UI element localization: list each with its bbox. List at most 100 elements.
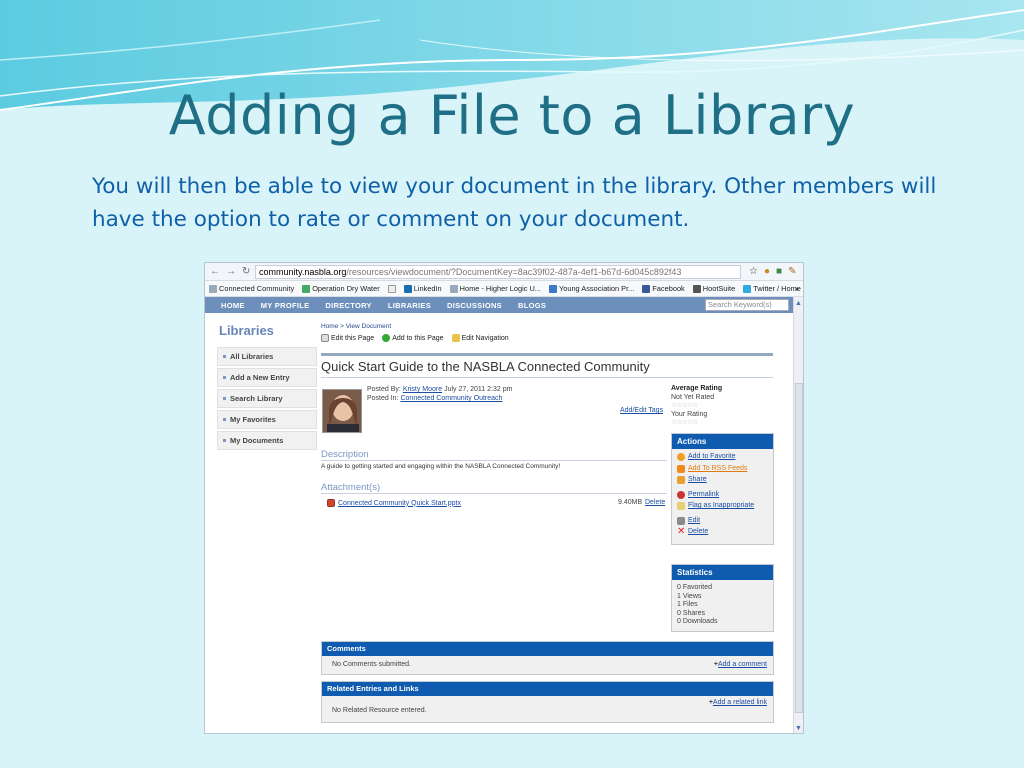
posted-in-link[interactable]: Connected Community Outreach	[400, 395, 502, 402]
forward-icon[interactable]: →	[226, 266, 236, 277]
bookmarks-overflow[interactable]: »	[795, 284, 799, 293]
sidebar-item-my-documents[interactable]: My Documents	[217, 431, 317, 450]
hootsuite-icon	[692, 284, 701, 293]
breadcrumb[interactable]: Home > View Document	[321, 323, 391, 330]
bookmark-item[interactable]	[387, 284, 396, 293]
document-title: Quick Start Guide to the NASBLA Connecte…	[321, 359, 650, 374]
attachments-rule	[321, 493, 667, 494]
title-rule	[321, 353, 773, 356]
plus-icon	[382, 334, 391, 342]
bookmark-item[interactable]: Home - Higher Logic U...	[449, 284, 541, 293]
average-rating-label: Average Rating	[671, 385, 723, 392]
sidebar-item-search-library[interactable]: Search Library	[217, 389, 317, 408]
bookmark-item[interactable]: LinkedIn	[403, 284, 442, 293]
author-link[interactable]: Kristy Moore	[403, 386, 442, 393]
share-link[interactable]: Share	[688, 476, 707, 485]
your-rating-stars-icon[interactable]: ☆☆☆☆☆	[671, 419, 722, 428]
scrollbar[interactable]: ▲ ▼	[793, 297, 803, 733]
rss-icon	[677, 464, 685, 473]
folder-icon	[451, 334, 460, 342]
bookmark-item[interactable]: Operation Dry Water	[302, 284, 380, 293]
edit-link[interactable]: Edit	[688, 517, 700, 526]
add-to-favorite-link[interactable]: Add to Favorite	[688, 453, 735, 462]
bookmark-icon	[302, 284, 311, 293]
actions-panel: Actions Add to Favorite Add To RSS Feeds…	[671, 433, 774, 545]
page-icon[interactable]: ■	[776, 266, 782, 277]
share-icon	[677, 476, 685, 485]
address-bar[interactable]: community.nasbla.org/resources/viewdocum…	[255, 264, 741, 279]
nav-directory[interactable]: DIRECTORY	[325, 301, 371, 310]
bookmark-icon	[548, 284, 557, 293]
flag-link[interactable]: Flag as Inappropriate	[688, 502, 754, 511]
related-panel: Related Entries and Links No Related Res…	[321, 681, 774, 723]
description-heading: Description	[321, 449, 369, 460]
related-title: Related Entries and Links	[322, 682, 773, 696]
stat-files: 1 Files	[677, 601, 698, 608]
your-rating-label: Your Rating	[671, 410, 708, 418]
attachment-delete-link[interactable]: Delete	[645, 499, 665, 506]
flag-icon	[677, 502, 685, 511]
site-nav: HOME MY PROFILE DIRECTORY LIBRARIES DISC…	[205, 297, 793, 313]
nav-discussions[interactable]: DISCUSSIONS	[447, 301, 502, 310]
edit-navigation-button[interactable]: Edit Navigation	[451, 334, 509, 342]
page-toolbar: Edit this Page Add to this Page Edit Nav…	[321, 334, 509, 342]
browser-screenshot: ← → ↻ community.nasbla.org/resources/vie…	[204, 262, 804, 734]
edit-tools-icon	[677, 516, 685, 525]
stat-downloads: 0 Downloads	[677, 618, 718, 625]
edit-page-button[interactable]: Edit this Page	[321, 334, 374, 342]
extension-icon[interactable]: ●	[764, 266, 770, 277]
nav-my-profile[interactable]: MY PROFILE	[261, 301, 310, 310]
permalink-link[interactable]: Permalink	[688, 491, 719, 500]
nav-home[interactable]: HOME	[221, 301, 245, 310]
sidebar-item-my-favorites[interactable]: My Favorites	[217, 410, 317, 429]
add-to-page-button[interactable]: Add to this Page	[382, 334, 444, 342]
author-avatar[interactable]	[322, 389, 362, 433]
add-rss-link[interactable]: Add To RSS Feeds	[688, 465, 747, 474]
scroll-down-icon[interactable]: ▼	[794, 724, 803, 733]
edit-tags-link[interactable]: Add/Edit Tags	[620, 407, 663, 414]
bookmark-item[interactable]: Young Association Pr...	[548, 284, 634, 293]
bookmark-item[interactable]: Twitter / Home	[743, 284, 801, 293]
linkedin-icon	[403, 284, 412, 293]
page-icon	[387, 284, 396, 293]
stat-favorited: 0 Favorited	[677, 584, 713, 591]
average-rating-value: Not Yet Rated	[671, 393, 715, 401]
scroll-up-icon[interactable]: ▲	[794, 299, 803, 308]
add-related-link-button[interactable]: +Add a related link	[709, 699, 767, 706]
statistics-panel: Statistics 0 Favorited 1 Views 1 Files 0…	[671, 564, 774, 632]
slide-body-text: You will then be able to view your docum…	[92, 174, 937, 232]
add-comment-button[interactable]: +Add a comment	[714, 661, 767, 668]
reload-icon[interactable]: ↻	[242, 266, 250, 277]
related-empty: No Related Resource entered.	[332, 707, 427, 714]
heart-icon	[677, 453, 685, 462]
sidebar: All Libraries Add a New Entry Search Lib…	[217, 347, 317, 452]
back-icon[interactable]: ←	[210, 266, 220, 277]
description-rule	[321, 460, 667, 461]
delete-x-icon: ✕	[677, 526, 686, 538]
bookmarks-bar: Connected Community Operation Dry Water …	[205, 281, 803, 297]
browser-toolbar: ← → ↻ community.nasbla.org/resources/vie…	[205, 263, 803, 281]
attachment-link[interactable]: Connected Community Quick Start.pptx	[338, 500, 461, 507]
attachments-heading: Attachment(s)	[321, 482, 381, 493]
slide-title: Adding a File to a Library	[168, 84, 856, 147]
bookmark-item[interactable]: Facebook	[642, 284, 685, 293]
delete-link[interactable]: Delete	[688, 528, 708, 537]
statistics-title: Statistics	[672, 565, 773, 580]
sidebar-item-all-libraries[interactable]: All Libraries	[217, 347, 317, 366]
title-underline	[321, 377, 773, 378]
sidebar-item-add-entry[interactable]: Add a New Entry	[217, 368, 317, 387]
bookmark-item[interactable]: HootSuite	[692, 284, 735, 293]
bookmark-item[interactable]: Connected Community	[209, 284, 294, 293]
wrench-icon[interactable]: ✎	[788, 266, 796, 277]
nav-libraries[interactable]: LIBRARIES	[388, 301, 431, 310]
scrollbar-thumb[interactable]	[795, 383, 803, 713]
nav-blogs[interactable]: BLOGS	[518, 301, 546, 310]
permalink-icon	[677, 490, 685, 499]
actions-title: Actions	[672, 434, 773, 449]
attachment-size: 9.40MB	[618, 499, 643, 506]
search-input[interactable]: Search Keyword(s)	[705, 299, 789, 311]
document-meta: Posted By: Kristy Moore July 27, 2011 2:…	[367, 386, 513, 402]
sidebar-title: Libraries	[219, 323, 274, 338]
url-path: /resources/viewdocument/?DocumentKey=8ac…	[346, 266, 682, 277]
star-icon[interactable]: ☆	[749, 266, 758, 277]
